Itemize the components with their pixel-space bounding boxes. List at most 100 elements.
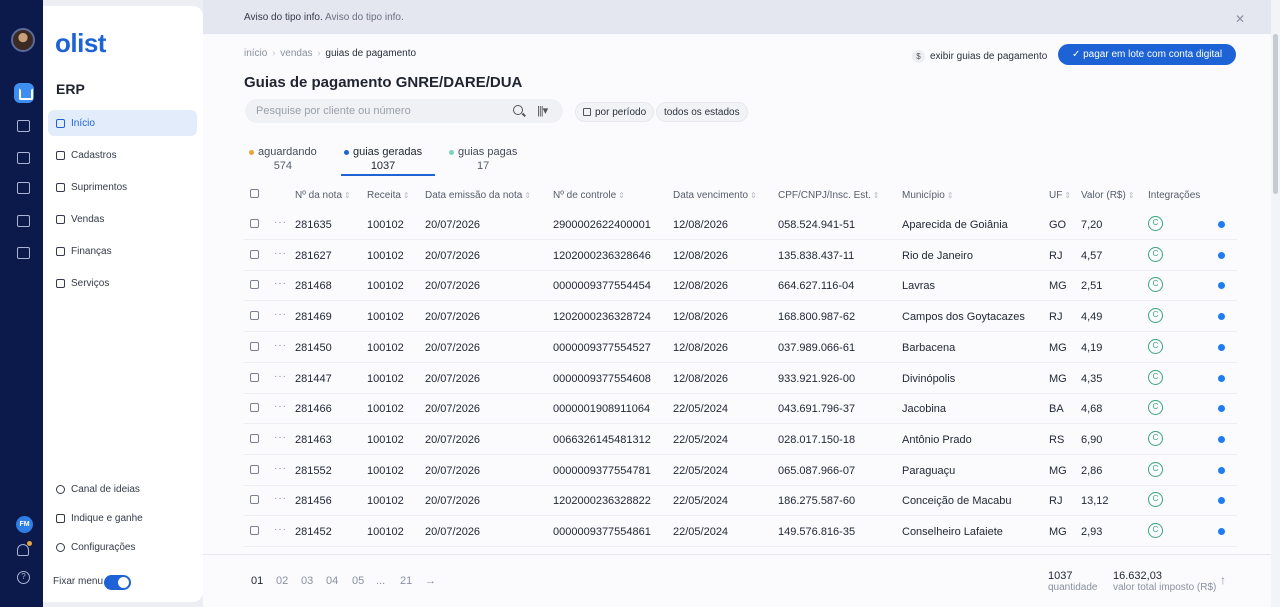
integration-icon[interactable]: C [1148, 277, 1163, 293]
row-menu-icon[interactable]: ··· [274, 278, 287, 289]
page-link[interactable]: 03 [301, 575, 313, 587]
column-header[interactable]: Data vencimento ⇕ [673, 190, 757, 201]
table-row[interactable]: ··· 281466 100102 20/07/2026 000000190891106… [244, 393, 1237, 425]
row-menu-icon[interactable]: ··· [274, 463, 287, 474]
close-icon[interactable]: ✕ [1235, 12, 1245, 26]
row-checkbox[interactable] [250, 464, 259, 474]
scrollbar[interactable] [1271, 0, 1280, 607]
page-link[interactable]: 05 [352, 575, 364, 587]
page-link[interactable]: 01 [251, 575, 263, 587]
integration-icon[interactable]: C [1148, 430, 1163, 446]
tab-guias-geradas[interactable]: guias geradas 1037 [344, 146, 422, 172]
row-checkbox[interactable] [250, 249, 259, 259]
row-checkbox[interactable] [250, 219, 259, 228]
integration-icon[interactable]: C [1148, 461, 1163, 477]
column-header[interactable]: Município ⇕ [902, 190, 954, 201]
row-checkbox[interactable] [250, 311, 259, 321]
olist-logo[interactable]: olist [55, 28, 106, 59]
table-row[interactable]: ··· 281463 100102 20/07/2026 006632614548131… [244, 424, 1237, 455]
column-header[interactable]: UF ⇕ [1049, 190, 1071, 201]
sidebar-item-financas[interactable]: Finanças [48, 238, 197, 264]
integration-icon[interactable]: C [1148, 523, 1163, 538]
table-row[interactable]: ··· 281552 100102 20/07/2026 000000937755478… [244, 455, 1237, 486]
row-checkbox[interactable] [250, 341, 259, 351]
search-input[interactable] [256, 105, 506, 117]
sidebar-item-suprimentos[interactable]: Suprimentos [48, 174, 197, 200]
column-header[interactable]: CPF/CNPJ/Insc. Est. ⇕ [778, 190, 880, 201]
erp-app-icon[interactable] [14, 83, 34, 103]
sidebar-item-indique-e-ganhe[interactable]: Indique e ganhe [48, 505, 197, 531]
page-link[interactable]: 21 [400, 575, 412, 587]
row-menu-icon[interactable]: ··· [274, 248, 287, 259]
integration-icon[interactable]: C [1148, 338, 1163, 354]
table-row[interactable]: ··· 281450 100102 20/07/2026 000000937755452… [244, 332, 1237, 363]
table-row[interactable]: ··· 281456 100102 20/07/2026 120200023632882… [244, 485, 1237, 517]
sidebar-item-configuracoes[interactable]: Configurações [48, 534, 197, 560]
row-checkbox[interactable] [250, 526, 259, 535]
row-checkbox[interactable] [250, 495, 259, 505]
tab-aguardando[interactable]: aguardando 574 [249, 146, 317, 172]
row-checkbox[interactable] [250, 433, 259, 443]
integration-icon[interactable]: C [1148, 246, 1163, 262]
breadcrumb-vendas[interactable]: vendas [280, 48, 312, 59]
table-row[interactable]: ··· 281452 100102 20/07/2026 000000937755486… [244, 516, 1237, 547]
bell-icon[interactable] [17, 544, 29, 556]
scroll-top-icon[interactable]: ↑ [1220, 573, 1226, 587]
exibir-guias-button[interactable]: $ exibir guias de pagamento [912, 47, 1047, 65]
tab-guias-pagas[interactable]: guias pagas 17 [449, 146, 517, 172]
page-link[interactable]: ... [376, 575, 385, 587]
integration-icon[interactable]: C [1148, 216, 1163, 231]
status-dot [1218, 313, 1225, 321]
table-row[interactable]: ··· 281635 100102 20/07/2026 290000262240000… [244, 209, 1237, 240]
row-menu-icon[interactable]: ··· [274, 493, 287, 504]
column-header[interactable]: Receita ⇕ [367, 190, 410, 201]
row-checkbox[interactable] [250, 403, 259, 413]
sidebar-item-vendas[interactable]: Vendas [48, 206, 197, 232]
avatar[interactable] [11, 28, 35, 52]
table-row[interactable]: ··· 281447 100102 20/07/2026 000000937755460… [244, 363, 1237, 394]
fixar-menu-toggle[interactable] [104, 575, 131, 590]
page-link[interactable]: 02 [276, 575, 288, 587]
table-row[interactable]: ··· 281627 100102 20/07/2026 120200023632864… [244, 240, 1237, 271]
page-link[interactable]: 04 [326, 575, 338, 587]
select-all-checkbox[interactable] [250, 189, 259, 198]
calendar-icon[interactable] [17, 182, 30, 194]
column-header[interactable]: Valor (R$) ⇕ [1081, 190, 1135, 201]
table-row[interactable]: ··· 281469 100102 20/07/2026 120200023632872… [244, 301, 1237, 333]
row-menu-icon[interactable]: ··· [274, 371, 287, 382]
add-icon[interactable] [17, 215, 30, 227]
help-icon[interactable]: ? [17, 571, 30, 584]
integration-icon[interactable]: C [1148, 492, 1163, 508]
bag-icon[interactable] [17, 152, 30, 164]
integration-icon[interactable]: C [1148, 369, 1163, 385]
filter-columns-icon[interactable]: |||▾ [537, 104, 548, 117]
states-filter-chip[interactable]: todos os estados [656, 102, 748, 122]
row-checkbox[interactable] [250, 280, 259, 290]
scrollbar-thumb[interactable] [1273, 34, 1278, 194]
period-filter-chip[interactable]: por período [575, 102, 655, 122]
sidebar-item-cadastros[interactable]: Cadastros [48, 142, 197, 168]
row-menu-icon[interactable]: ··· [274, 432, 287, 443]
pagar-em-lote-button[interactable]: ✓ pagar em lote com conta digital [1058, 44, 1236, 65]
integration-icon[interactable]: C [1148, 400, 1163, 416]
page-link[interactable]: → [425, 575, 436, 587]
wallet-icon[interactable] [17, 247, 30, 259]
sidebar-item-inicio[interactable]: Início [48, 110, 197, 136]
row-menu-icon[interactable]: ··· [274, 401, 287, 412]
row-menu-icon[interactable]: ··· [274, 217, 287, 228]
column-header[interactable]: Nº de controle ⇕ [553, 190, 625, 201]
row-menu-icon[interactable]: ··· [274, 340, 287, 351]
column-header[interactable]: Data emissão da nota ⇕ [425, 190, 531, 201]
sidebar-item-canal-de-ideias[interactable]: Canal de ideias [48, 476, 197, 502]
integration-icon[interactable]: C [1148, 308, 1163, 324]
breadcrumb-inicio[interactable]: início [244, 48, 267, 59]
column-header[interactable]: Nº da nota ⇕ [295, 190, 351, 201]
store-icon[interactable] [17, 120, 30, 132]
row-menu-icon[interactable]: ··· [274, 524, 287, 535]
row-checkbox[interactable] [250, 372, 259, 382]
table-row[interactable]: ··· 281468 100102 20/07/2026 000000937755445… [244, 270, 1237, 302]
row-menu-icon[interactable]: ··· [274, 309, 287, 320]
user-initials-badge[interactable]: FM [16, 516, 33, 533]
search-icon[interactable] [513, 105, 523, 115]
sidebar-item-servicos[interactable]: Serviços [48, 270, 197, 296]
